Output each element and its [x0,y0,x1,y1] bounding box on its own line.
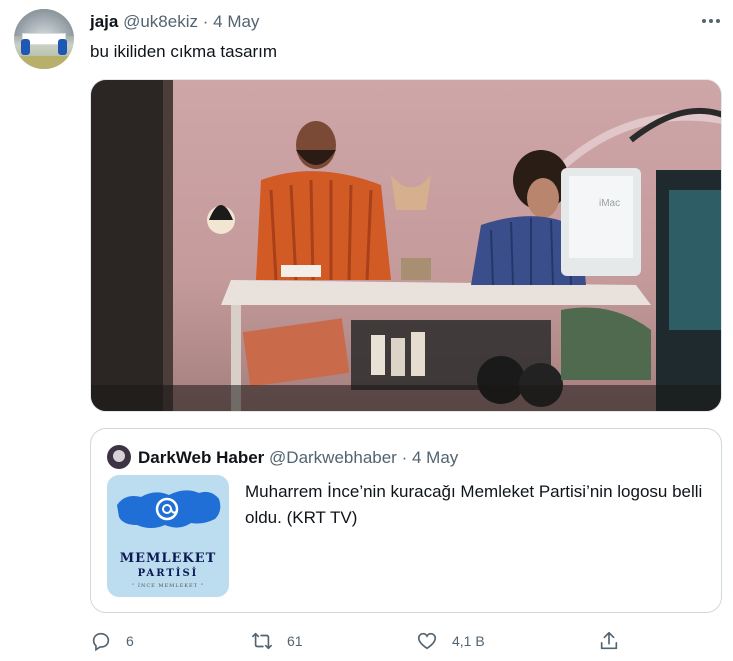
more-icon[interactable] [700,12,722,30]
like-button[interactable]: 4,1 B [416,626,485,656]
separator-dot: · [202,12,209,31]
quoted-author-handle[interactable]: @Darkwebhaber [269,448,397,467]
share-icon [600,631,618,650]
quoted-author-avatar[interactable] [107,445,131,469]
quoted-tweet-thumbnail[interactable]: MEMLEKET PARTİSİ " İNCE MEMLEKET " [107,475,229,597]
retweet-button[interactable]: 61 [251,626,303,656]
quoted-author-name[interactable]: DarkWeb Haber [138,448,264,467]
author-handle[interactable]: @uk8ekiz [123,12,198,31]
logo-text-line2: PARTİSİ [137,568,199,579]
tweet-media-image[interactable]: iMac [90,79,722,412]
logo-text-line3: " İNCE MEMLEKET " [132,583,204,589]
retweet-icon [252,632,272,650]
reply-icon [92,632,110,652]
share-button[interactable] [598,626,620,656]
quoted-tweet-text: Muharrem İnce’nin kuracağı Memleket Part… [245,482,703,527]
imac-label: iMac [599,198,620,209]
like-count: 4,1 B [452,633,485,649]
separator-dot: · [401,448,408,467]
turkey-map-shape [117,490,221,528]
reply-button[interactable]: 6 [90,626,134,656]
tweet-action-bar: 6 61 4,1 B [90,626,722,656]
quoted-tweet-date[interactable]: 4 May [412,448,458,467]
like-icon [417,632,437,650]
tweet-date[interactable]: 4 May [213,12,259,31]
tweet-text: bu ikiliden cıkma tasarım [90,42,278,61]
logo-text-line1: MEMLEKET [119,551,217,566]
tweet-header: jaja @uk8ekiz · 4 May [90,11,259,33]
retweet-count: 61 [287,633,303,649]
reply-count: 6 [126,633,134,649]
quoted-tweet-card[interactable]: DarkWeb Haber @Darkwebhaber · 4 May MEML… [90,428,722,613]
author-avatar[interactable] [14,9,74,69]
author-name[interactable]: jaja [90,12,118,31]
quoted-tweet-header: DarkWeb Haber @Darkwebhaber · 4 May [138,447,458,469]
